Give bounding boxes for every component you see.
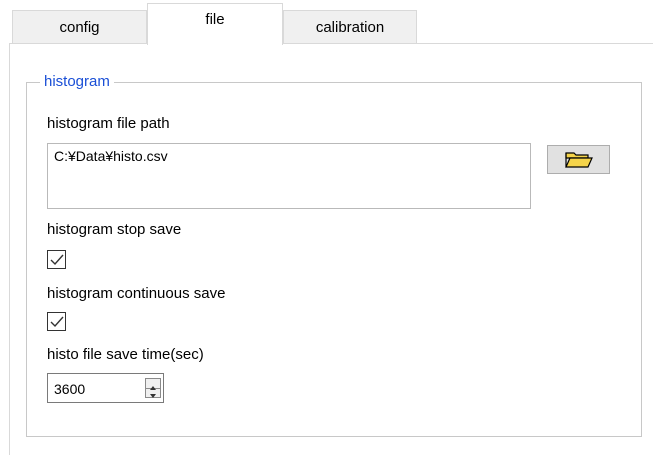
tab-file-label: file <box>205 11 225 28</box>
tab-calibration[interactable]: calibration <box>283 10 417 44</box>
save-time-value: 3600 <box>54 381 86 397</box>
tab-file[interactable]: file <box>147 3 283 45</box>
checkmark-icon <box>50 316 64 328</box>
histogram-group-title: histogram <box>40 72 114 92</box>
spin-down-button[interactable] <box>146 388 160 398</box>
histogram-continuous-save-label: histogram continuous save <box>47 285 226 302</box>
histogram-continuous-save-checkbox[interactable] <box>47 312 66 331</box>
browse-folder-button[interactable] <box>547 145 610 174</box>
histogram-stop-save-checkbox[interactable] <box>47 250 66 269</box>
folder-open-icon <box>564 151 593 168</box>
tab-calibration-label: calibration <box>315 19 385 36</box>
histogram-stop-save-label: histogram stop save <box>47 221 182 238</box>
histo-file-save-time-stepper[interactable]: 3600 <box>47 373 164 403</box>
histogram-file-path-input[interactable]: C:¥Data¥histo.csv <box>47 143 531 209</box>
spinner <box>145 378 161 398</box>
tab-config[interactable]: config <box>12 10 147 44</box>
histogram-file-path-value: C:¥Data¥histo.csv <box>54 148 168 164</box>
histo-file-save-time-label: histo file save time(sec) <box>47 346 204 363</box>
tab-strip: config calibration file <box>0 0 653 45</box>
checkmark-icon <box>50 254 64 266</box>
arrow-down-icon <box>150 394 156 398</box>
tab-config-label: config <box>59 19 100 36</box>
histogram-file-path-label: histogram file path <box>47 115 170 132</box>
